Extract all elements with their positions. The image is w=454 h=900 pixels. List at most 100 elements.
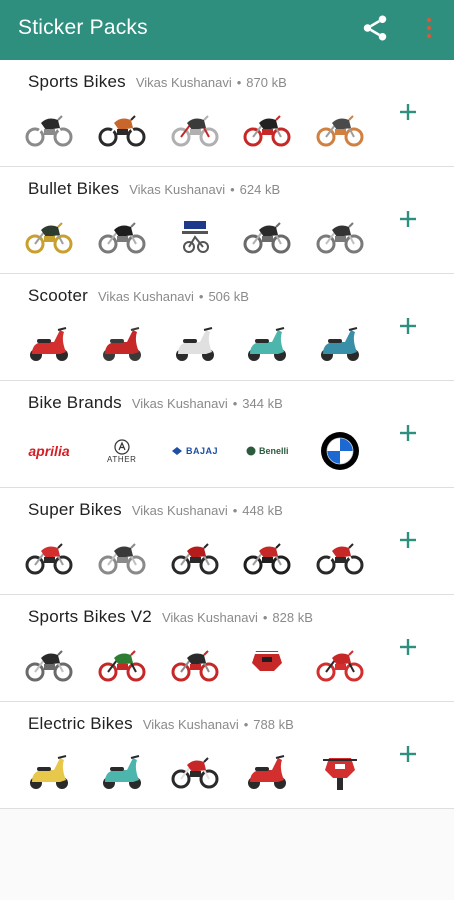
add-pack-button[interactable] [394, 207, 422, 235]
motorcycle-sticker [95, 643, 149, 687]
pack-name: Scooter [28, 286, 88, 305]
motorcycle-sticker [240, 536, 294, 580]
scooter-sticker [240, 750, 294, 794]
separator-dot: • [236, 75, 242, 90]
pack-size: 506 kB [208, 289, 249, 304]
plus-icon [398, 423, 418, 448]
pack-author: Vikas Kushanavi [161, 610, 258, 625]
pack-size: 448 kB [242, 503, 283, 518]
bmw-logo [313, 429, 367, 473]
motorcycle-sticker [22, 536, 76, 580]
pack-header: Super Bikes Vikas Kushanavi • 448 kB [28, 500, 283, 520]
motorcycle-sticker [313, 215, 367, 259]
add-pack-button[interactable] [394, 421, 422, 449]
separator-dot: • [232, 503, 238, 518]
sticker-pack-list: Sports Bikes Vikas Kushanavi • 870 kB Bullet… [0, 60, 454, 809]
sticker-preview-strip [22, 748, 367, 796]
pack-name: Bike Brands [28, 393, 122, 412]
scooter-sticker [22, 750, 76, 794]
motorcycle-sticker [22, 108, 76, 152]
pack-header: Bike Brands Vikas Kushanavi • 344 kB [28, 393, 283, 413]
pack-name: Bullet Bikes [28, 179, 120, 198]
plus-icon [398, 744, 418, 769]
sticker-preview-strip [22, 534, 367, 582]
sticker-pack-row[interactable]: Sports Bikes V2 Vikas Kushanavi • 828 kB [0, 595, 454, 702]
plus-icon [398, 316, 418, 341]
share-icon [360, 13, 390, 48]
motorcycle-sticker [313, 536, 367, 580]
scooter-sticker [95, 750, 149, 794]
pack-author: Vikas Kushanavi [98, 289, 194, 304]
benelli-logo: Benelli [240, 429, 294, 473]
plus-icon [398, 102, 418, 127]
overflow-menu-button[interactable] [418, 11, 440, 49]
motorcycle-sticker [168, 536, 222, 580]
pack-name: Super Bikes [28, 500, 122, 519]
sticker-pack-row[interactable]: Sports Bikes Vikas Kushanavi • 870 kB [0, 60, 454, 167]
scooter-front-sticker [313, 750, 367, 794]
sticker-preview-strip [22, 320, 367, 368]
pack-name: Electric Bikes [28, 714, 133, 733]
motorcycle-sticker [168, 108, 222, 152]
plus-icon [398, 637, 418, 662]
sticker-pack-row[interactable]: Scooter Vikas Kushanavi • 506 kB [0, 274, 454, 381]
motorcycle-sticker [95, 108, 149, 152]
scooter-sticker [313, 322, 367, 366]
add-pack-button[interactable] [394, 635, 422, 663]
pack-header: Sports Bikes Vikas Kushanavi • 870 kB [28, 72, 287, 92]
sticker-preview-strip [22, 106, 367, 154]
scooter-sticker [168, 322, 222, 366]
pack-header: Electric Bikes Vikas Kushanavi • 788 kB [28, 714, 294, 734]
aprilia-logo: aprilia [28, 443, 70, 459]
pack-size: 624 kB [239, 182, 281, 197]
scooter-sticker [240, 322, 294, 366]
more-vert-icon [426, 17, 432, 44]
motorcycle-sticker [22, 643, 76, 687]
separator-dot: • [243, 717, 249, 732]
page-title: Sticker Packs [18, 16, 148, 39]
motorcycle-sticker [168, 750, 222, 794]
sticker-pack-row[interactable]: Super Bikes Vikas Kushanavi • 448 kB [0, 488, 454, 595]
pack-size: 828 kB [272, 610, 313, 625]
pack-author: Vikas Kushanavi [129, 182, 226, 197]
separator-dot: • [230, 182, 235, 197]
add-pack-button[interactable] [394, 528, 422, 556]
sticker-pack-row[interactable]: Bullet Bikes Vikas Kushanavi • 624 kB [0, 167, 454, 274]
add-pack-button[interactable] [394, 314, 422, 342]
bajaj-logo: BAJAJ [168, 429, 222, 473]
pack-size: 344 kB [242, 396, 283, 411]
motorcycle-sticker [240, 215, 294, 259]
sticker-pack-row[interactable]: Bike Brands Vikas Kushanavi • 344 kB aprilia… [0, 381, 454, 488]
pack-size: 870 kB [246, 75, 287, 90]
scooter-sticker [22, 322, 76, 366]
separator-dot: • [262, 610, 268, 625]
ather-logo: ATHER [95, 429, 149, 473]
sticker-preview-strip [22, 213, 367, 261]
motorcycle-front-sticker [240, 643, 294, 687]
pack-author: Vikas Kushanavi [131, 396, 228, 411]
pack-header: Scooter Vikas Kushanavi • 506 kB [28, 286, 249, 306]
motorcycle-sticker [313, 108, 367, 152]
pack-author: Vikas Kushanavi [135, 75, 232, 90]
text-sticker [168, 215, 222, 259]
pack-author: Vikas Kushanavi [142, 717, 239, 732]
pack-header: Bullet Bikes Vikas Kushanavi • 624 kB [28, 179, 280, 199]
share-button[interactable] [356, 11, 394, 49]
scooter-sticker [95, 322, 149, 366]
motorcycle-sticker [168, 643, 222, 687]
pack-name: Sports Bikes [28, 72, 126, 91]
app-bar: Sticker Packs [0, 0, 454, 60]
pack-name: Sports Bikes V2 [28, 607, 152, 626]
pack-author: Vikas Kushanavi [131, 503, 228, 518]
sticker-preview-strip [22, 641, 367, 689]
plus-icon [398, 209, 418, 234]
pack-size: 788 kB [253, 717, 294, 732]
add-pack-button[interactable] [394, 742, 422, 770]
motorcycle-sticker [240, 108, 294, 152]
pack-header: Sports Bikes V2 Vikas Kushanavi • 828 kB [28, 607, 313, 627]
add-pack-button[interactable] [394, 100, 422, 128]
plus-icon [398, 530, 418, 555]
sticker-pack-row[interactable]: Electric Bikes Vikas Kushanavi • 788 kB [0, 702, 454, 809]
separator-dot: • [198, 289, 204, 304]
motorcycle-sticker [22, 215, 76, 259]
